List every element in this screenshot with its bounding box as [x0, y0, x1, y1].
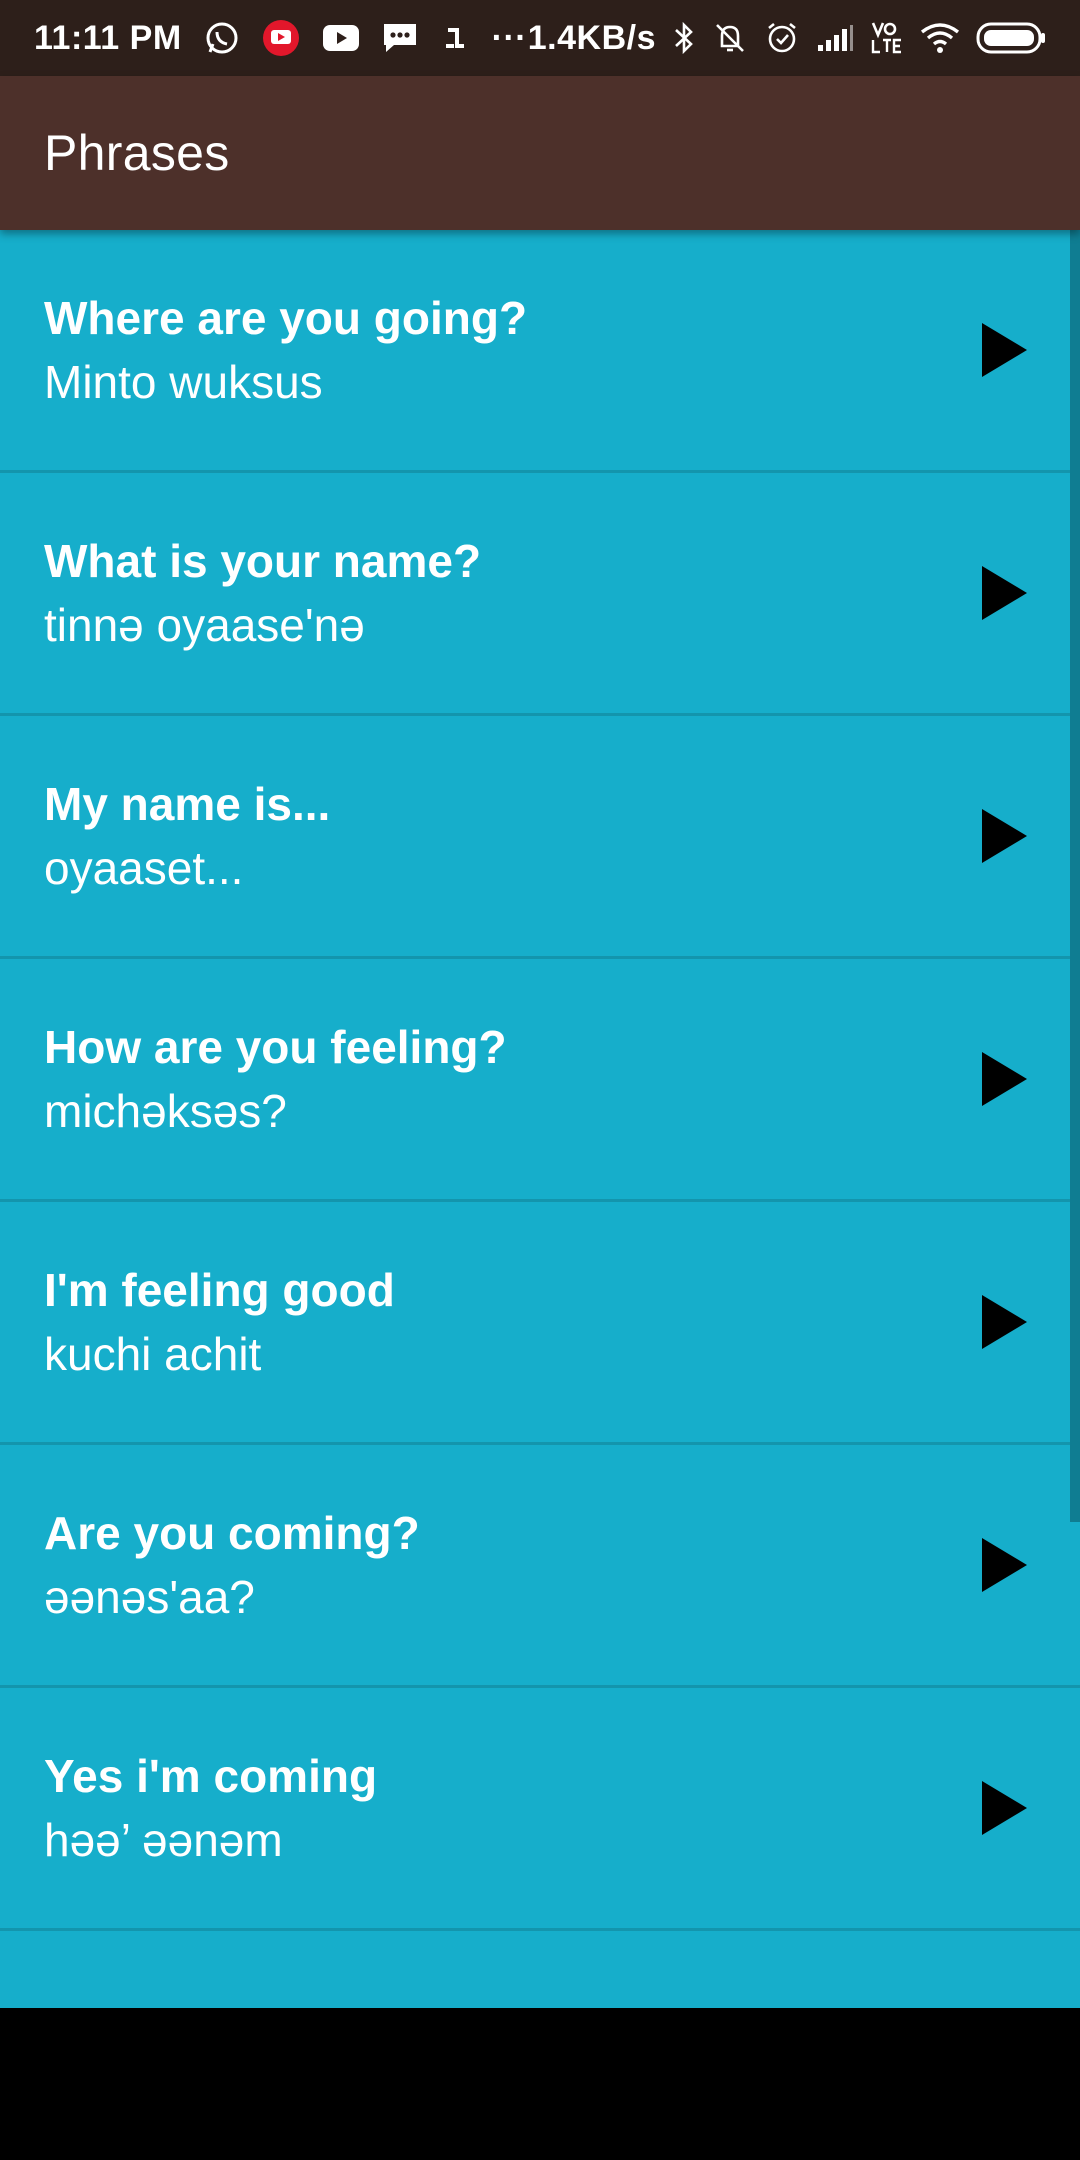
play-icon[interactable] [972, 1290, 1036, 1354]
youtube-red-icon [262, 18, 300, 58]
network-speed: 1.4KB/s [527, 18, 656, 57]
screen: 11:11 PM ··· 1.4KB/s Phrases Where are y… [0, 0, 1080, 2160]
status-time: 11:11 PM [34, 18, 182, 57]
phrase-translation: həə’ əənəm [44, 1814, 283, 1866]
more-notifications-indicator: ··· [491, 18, 528, 57]
signal-icon [816, 18, 854, 58]
phrase-translation: Minto wuksus [44, 356, 323, 408]
list-item-text: My name is... oyaaset... [0, 772, 330, 900]
play-icon[interactable] [972, 318, 1036, 382]
list-item[interactable]: Yes i'm coming həə’ əənəm [0, 1688, 1080, 1931]
phrase-english: How are you feeling? [44, 1021, 507, 1073]
list-item[interactable]: My name is... oyaaset... [0, 716, 1080, 959]
app-bar: Phrases [0, 76, 1080, 230]
play-icon[interactable] [972, 804, 1036, 868]
phrase-english: Are you coming? [44, 1507, 420, 1559]
phrase-translation: kuchi achit [44, 1328, 262, 1380]
list-item-text: What is your name? tinnə oyaase'nə [0, 529, 481, 657]
status-bar: 11:11 PM ··· 1.4KB/s [0, 0, 1080, 76]
list-item-text: Where are you going? Minto wuksus [0, 286, 527, 414]
status-left: 11:11 PM ··· [34, 18, 527, 58]
list-item[interactable]: How are you feeling? michəksəs? [0, 959, 1080, 1202]
status-right: 1.4KB/s [528, 18, 1046, 58]
list-item-text: Are you coming? əənəs'aa? [0, 1501, 420, 1629]
list-item-text: Yes i'm coming həə’ əənəm [0, 1744, 377, 1872]
bluetooth-icon [672, 18, 696, 58]
mute-vibrate-icon [712, 18, 748, 58]
youtube-icon [322, 18, 360, 58]
phrase-translation: michəksəs? [44, 1085, 287, 1137]
play-icon[interactable] [972, 1047, 1036, 1111]
list-item[interactable]: Where are you going? Minto wuksus [0, 230, 1080, 473]
phrase-translation: tinnə oyaase'nə [44, 599, 365, 651]
list-item-text: How are you feeling? michəksəs? [0, 1015, 507, 1143]
alarm-icon [764, 18, 800, 58]
notification-1-icon [440, 18, 470, 58]
volte-icon [870, 18, 904, 58]
wifi-icon [920, 18, 960, 58]
phrase-english: Yes i'm coming [44, 1750, 378, 1802]
play-icon[interactable] [972, 561, 1036, 625]
navigation-bar [0, 2008, 1080, 2160]
phrase-english: My name is... [44, 778, 331, 830]
battery-icon [976, 18, 1046, 58]
phrase-translation: oyaaset... [44, 842, 244, 894]
page-title: Phrases [44, 125, 230, 181]
play-icon[interactable] [972, 1776, 1036, 1840]
phrase-translation: əənəs'aa? [44, 1571, 255, 1623]
phrase-list[interactable]: Where are you going? Minto wuksus What i… [0, 230, 1080, 2008]
phrase-english: What is your name? [44, 535, 482, 587]
phrase-english: I'm feeling good [44, 1264, 395, 1316]
list-item[interactable]: What is your name? tinnə oyaase'nə [0, 473, 1080, 716]
scrollbar[interactable] [1070, 230, 1080, 1522]
list-item[interactable]: I'm feeling good kuchi achit [0, 1202, 1080, 1445]
whatsapp-icon [204, 18, 240, 58]
message-icon [382, 18, 418, 58]
play-icon[interactable] [972, 1533, 1036, 1597]
list-item-text: I'm feeling good kuchi achit [0, 1258, 395, 1386]
list-item-partial[interactable] [0, 1931, 1080, 2008]
phrase-english: Where are you going? [44, 292, 528, 344]
list-item[interactable]: Are you coming? əənəs'aa? [0, 1445, 1080, 1688]
